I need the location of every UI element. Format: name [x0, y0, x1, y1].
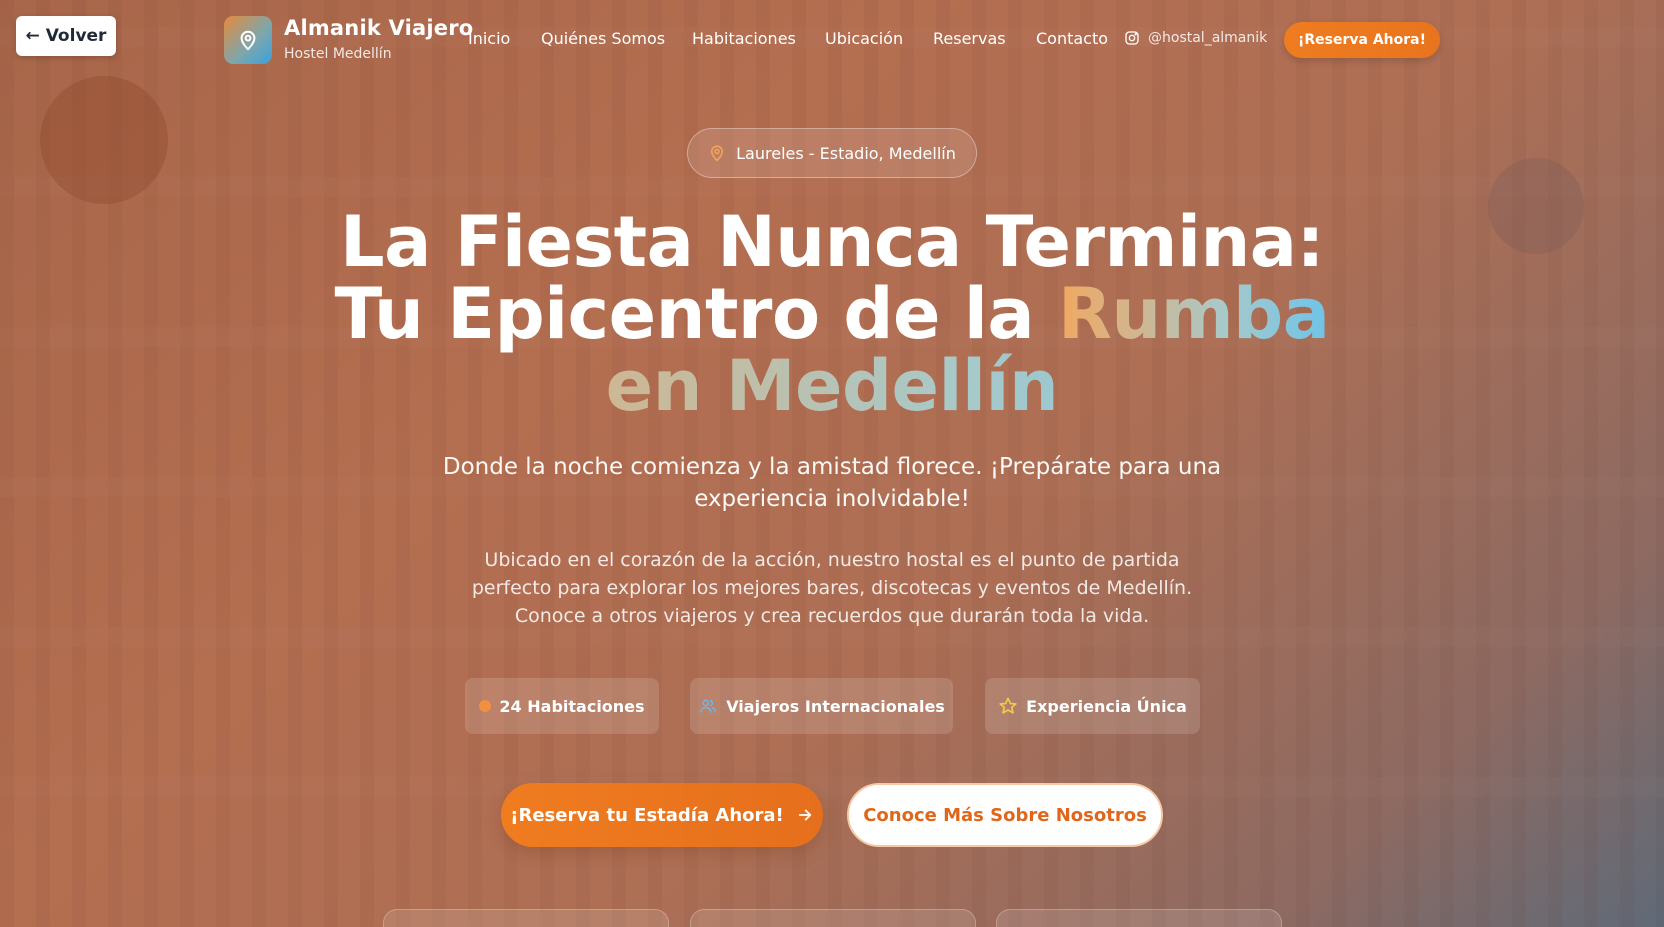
feature-label: 24 Habitaciones [499, 696, 645, 716]
back-button[interactable]: ← Volver [16, 16, 116, 56]
arrow-right-icon [796, 806, 814, 824]
orange-dot-icon [479, 700, 492, 712]
hero-page: ← Volver Almanik Viajero Hostel Medellín… [0, 0, 1664, 927]
star-icon [998, 696, 1018, 716]
headline-accent-medellin: en Medellín [232, 350, 1432, 422]
nav-item-reservas[interactable]: Reservas [933, 29, 1006, 48]
feature-label: Viajeros Internacionales [726, 696, 945, 716]
info-card [996, 909, 1282, 927]
nav-item-ubicacion[interactable]: Ubicación [825, 29, 903, 48]
hero-lead: Donde la noche comienza y la amistad flo… [442, 454, 1222, 512]
map-pin-icon [708, 143, 726, 163]
nav-item-contacto[interactable]: Contacto [1036, 29, 1108, 48]
brand-logo[interactable] [224, 16, 272, 64]
hero-body: Ubicado en el corazón de la acción, nues… [471, 549, 1193, 627]
location-badge: Laureles - Estadio, Medellín [687, 128, 977, 178]
brand-name[interactable]: Almanik Viajero [284, 16, 473, 40]
info-card [383, 909, 669, 927]
reserve-now-button[interactable]: ¡Reserva Ahora! [1284, 22, 1440, 58]
instagram-link[interactable]: @hostal_almanik [1124, 30, 1267, 46]
decorative-circle [40, 76, 168, 204]
book-stay-button[interactable]: ¡Reserva tu Estadía Ahora! [501, 783, 823, 847]
decorative-circle [1488, 158, 1584, 254]
feature-experience: Experiencia Única [985, 678, 1200, 734]
location-text: Laureles - Estadio, Medellín [736, 143, 956, 163]
learn-more-button[interactable]: Conoce Más Sobre Nosotros [847, 783, 1163, 847]
book-stay-label: ¡Reserva tu Estadía Ahora! [510, 804, 784, 826]
nav-item-habitaciones[interactable]: Habitaciones [692, 29, 796, 48]
instagram-handle: @hostal_almanik [1148, 30, 1268, 46]
headline-accent-rumba: Rumba [1057, 273, 1330, 355]
nav-item-inicio[interactable]: Inicio [468, 29, 510, 48]
nav-item-quienes-somos[interactable]: Quiénes Somos [541, 29, 665, 48]
headline-line-1: La Fiesta Nunca Termina: [339, 201, 1325, 283]
feature-rooms: 24 Habitaciones [465, 678, 659, 734]
users-icon [698, 697, 718, 715]
headline-line-2: Tu Epicentro de la Rumba [232, 278, 1432, 350]
instagram-icon [1124, 30, 1140, 46]
feature-travelers: Viajeros Internacionales [690, 678, 953, 734]
feature-label: Experiencia Única [1026, 696, 1187, 716]
brand-subtitle: Hostel Medellín [284, 46, 392, 62]
info-card [690, 909, 976, 927]
map-pin-icon [237, 28, 259, 52]
headline-line-2-text: Tu Epicentro de la [334, 273, 1058, 355]
hero-headline: La Fiesta Nunca Termina: Tu Epicentro de… [232, 206, 1432, 422]
